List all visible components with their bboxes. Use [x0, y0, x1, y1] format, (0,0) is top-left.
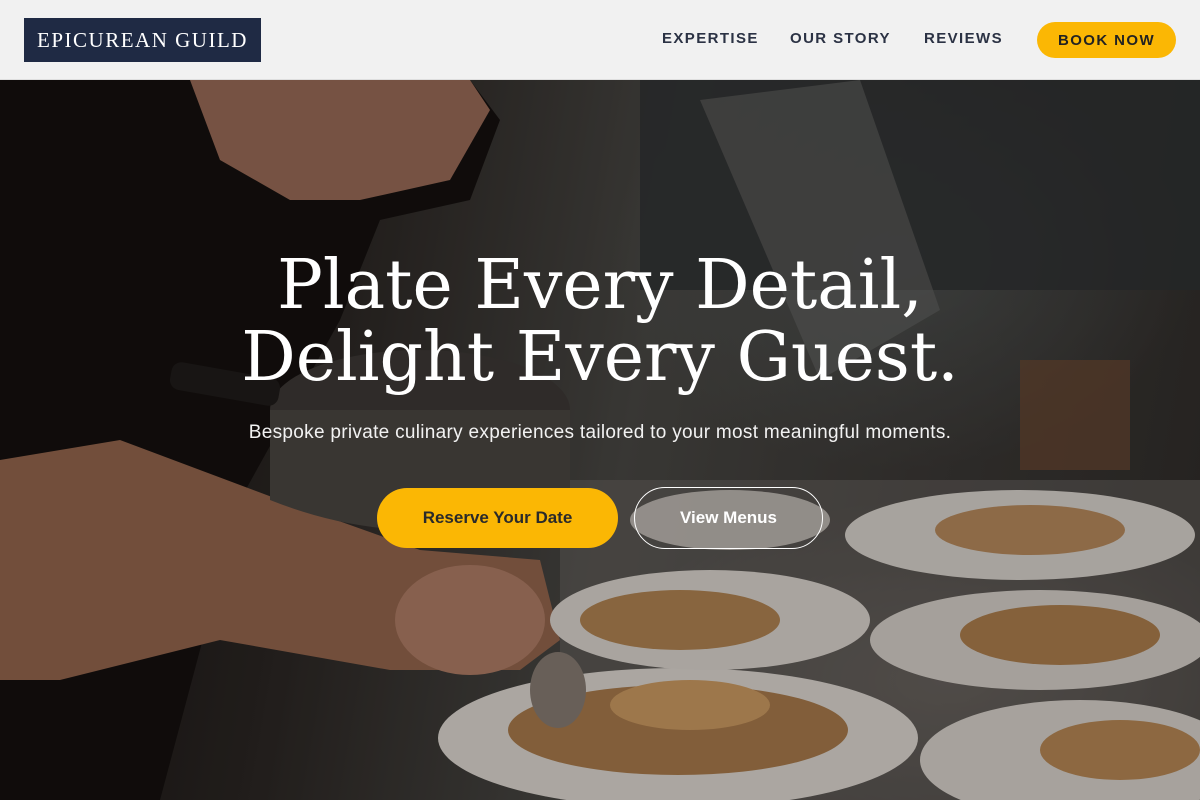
nav-link-expertise[interactable]: EXPERTISE: [662, 30, 759, 50]
site-header: EPICUREAN GUILD EXPERTISE OUR STORY REVI…: [0, 0, 1200, 80]
brand-logo[interactable]: EPICUREAN GUILD: [24, 18, 261, 62]
nav-link-our-story[interactable]: OUR STORY: [790, 30, 891, 50]
book-now-button[interactable]: BOOK NOW: [1037, 22, 1176, 58]
reserve-date-button[interactable]: Reserve Your Date: [377, 488, 618, 548]
hero-subtitle: Bespoke private culinary experiences tai…: [248, 422, 952, 443]
hero-title: Plate Every Detail, Delight Every Guest.: [100, 250, 1100, 394]
view-menus-button[interactable]: View Menus: [634, 487, 823, 549]
hero-title-line-1: Plate Every Detail,: [277, 246, 923, 325]
nav-link-reviews[interactable]: REVIEWS: [924, 30, 1003, 50]
hero-title-line-2: Delight Every Guest.: [241, 318, 959, 397]
